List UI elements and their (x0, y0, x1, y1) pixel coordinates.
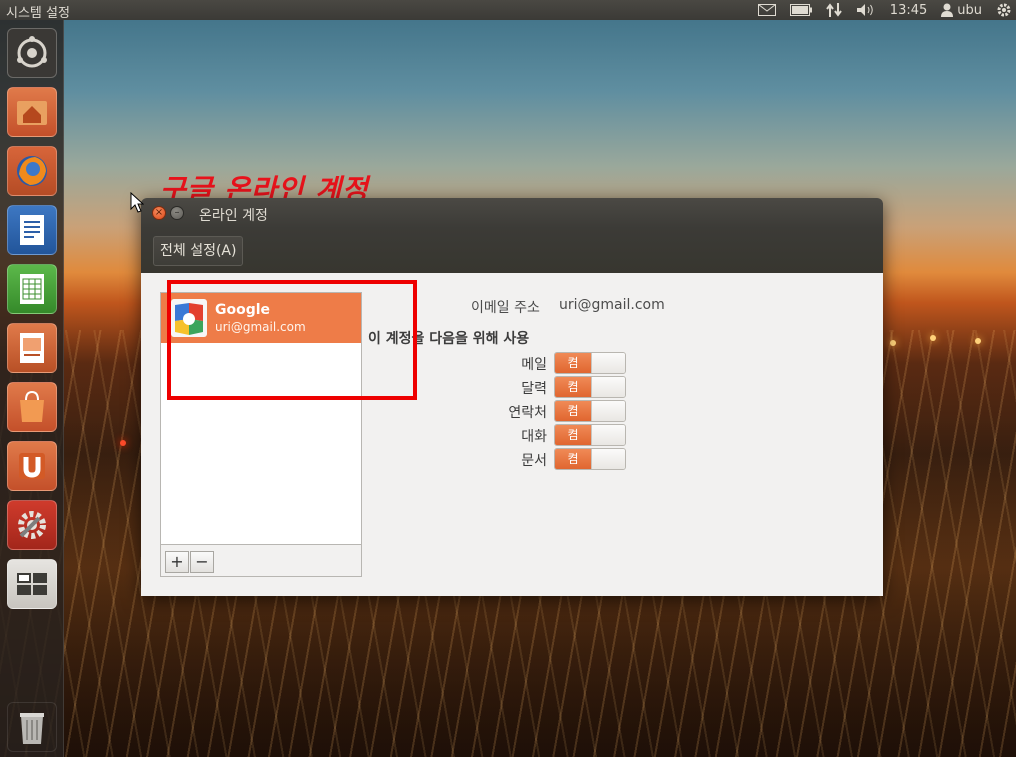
service-label-documents: 문서 (521, 453, 547, 469)
contacts-toggle[interactable]: 켬 (554, 400, 626, 422)
window-toolbar: 전체 설정(A) (141, 228, 883, 273)
wallpaper-light (120, 440, 126, 446)
calendar-toggle[interactable]: 켬 (554, 376, 626, 398)
ubuntu-one-icon[interactable] (7, 441, 57, 491)
wallpaper-light (890, 340, 896, 346)
system-settings-icon[interactable] (7, 500, 57, 550)
toggle-state: 켬 (555, 401, 591, 421)
mail-icon[interactable] (757, 4, 776, 16)
app-menu-title[interactable]: 시스템 설정 (6, 2, 70, 21)
user-icon (941, 3, 954, 17)
annotation-highlight-box (167, 280, 417, 400)
mail-toggle[interactable]: 켬 (554, 352, 626, 374)
toggle-state: 켬 (555, 425, 591, 445)
impress-icon[interactable] (7, 323, 57, 373)
service-label-calendar: 달력 (521, 381, 547, 397)
add-account-button[interactable]: + (165, 551, 189, 573)
calc-icon[interactable] (7, 264, 57, 314)
battery-icon[interactable] (789, 4, 812, 16)
volume-icon[interactable] (856, 3, 876, 17)
user-name: ubu (957, 2, 982, 18)
software-center-icon[interactable] (7, 382, 57, 432)
trash-icon[interactable] (7, 702, 57, 752)
all-settings-button[interactable]: 전체 설정(A) (153, 236, 244, 266)
top-panel: 시스템 설정 13:45 ubu (0, 0, 1016, 21)
dash-icon[interactable] (7, 28, 57, 78)
clock[interactable]: 13:45 (890, 3, 927, 18)
toggle-state: 켬 (555, 353, 591, 373)
toggle-state: 켬 (555, 377, 591, 397)
firefox-icon[interactable] (7, 146, 57, 196)
workspace-switcher-icon[interactable] (7, 559, 57, 609)
network-icon[interactable] (825, 3, 842, 17)
remove-account-button[interactable]: − (190, 551, 214, 573)
toggle-knob[interactable] (591, 353, 625, 373)
service-label-mail: 메일 (521, 357, 547, 373)
window-title: 온라인 계정 (199, 208, 268, 224)
wallpaper-light (930, 335, 936, 341)
toggle-knob[interactable] (591, 401, 625, 421)
toggle-state: 켬 (555, 449, 591, 469)
account-list-toolbar: + − (161, 544, 361, 576)
home-folder-icon[interactable] (7, 87, 57, 137)
launcher (0, 20, 64, 757)
service-label-contacts: 연락처 (508, 405, 547, 421)
wallpaper-light (975, 338, 981, 344)
toggle-knob[interactable] (591, 425, 625, 445)
mouse-pointer-icon (130, 192, 144, 213)
email-label: 이메일 주소 (471, 300, 540, 316)
writer-icon[interactable] (7, 205, 57, 255)
chat-toggle[interactable]: 켬 (554, 424, 626, 446)
email-value: uri@gmail.com (559, 297, 665, 313)
user-menu[interactable]: ubu (941, 3, 982, 18)
documents-toggle[interactable]: 켬 (554, 448, 626, 470)
close-icon[interactable]: × (152, 206, 166, 220)
indicator-area: 13:45 ubu (757, 0, 1012, 20)
minimize-icon[interactable]: – (170, 206, 184, 220)
gear-icon[interactable] (996, 2, 1012, 18)
service-label-chat: 대화 (521, 429, 547, 445)
window-titlebar[interactable]: × – 온라인 계정 (141, 198, 883, 228)
toggle-knob[interactable] (591, 377, 625, 397)
toggle-knob[interactable] (591, 449, 625, 469)
